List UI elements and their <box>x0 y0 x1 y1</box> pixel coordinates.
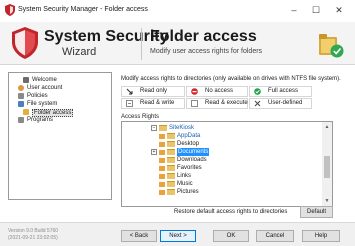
option-label: Read only <box>140 88 168 94</box>
tree-label: AppData <box>177 133 201 139</box>
read-write-option[interactable]: Read & write <box>121 98 185 109</box>
ok-button[interactable]: OK <box>213 230 249 242</box>
user-icon <box>18 85 24 91</box>
full-access-option[interactable]: Full access <box>249 86 312 97</box>
read-execute-icon <box>191 100 198 107</box>
folder-icon <box>167 189 175 195</box>
folder-icon <box>159 125 167 131</box>
window-title: System Security Manager - Folder access <box>18 6 148 13</box>
permission-icon <box>159 134 165 139</box>
permission-icon <box>159 150 165 155</box>
tree-label: Music <box>177 181 193 187</box>
computer-icon <box>23 77 29 83</box>
tree-label: Links <box>177 173 192 179</box>
restore-defaults-label: Restore default access rights to directo… <box>174 209 288 215</box>
scroll-thumb[interactable] <box>324 156 330 178</box>
tree-label-selected: Documents <box>177 148 210 156</box>
version-text: Version 9.0 Build 5760 (2021-09-21 23:02… <box>8 228 58 242</box>
info-text: Modify access rights to directories (onl… <box>121 76 341 82</box>
folder-icon <box>167 181 175 187</box>
option-label: Full access <box>268 88 299 94</box>
no-access-option[interactable]: No access <box>186 86 248 97</box>
tree-label: Downloads <box>177 157 207 163</box>
folder-icon <box>167 149 175 155</box>
version-line: Version 9.0 Build 5760 <box>8 228 59 234</box>
arrow-icon <box>126 88 133 95</box>
navigation-tree: Welcome User account Policies File syste… <box>8 72 112 200</box>
scroll-up-icon[interactable]: ▲ <box>324 124 330 130</box>
folder-icon <box>167 157 175 163</box>
tree-label: Desktop <box>177 141 200 147</box>
tree-scrollbar[interactable]: ▲ ▼ <box>322 122 332 206</box>
tree-label: SiteKiosk <box>169 125 195 131</box>
folder-icon <box>167 133 175 139</box>
permission-icon <box>159 158 165 163</box>
network-icon <box>18 101 24 107</box>
default-button[interactable]: Default <box>300 206 333 218</box>
read-execute-option[interactable]: Read & execute <box>186 98 248 109</box>
permission-icon <box>159 190 165 195</box>
nav-label: File system <box>27 101 58 107</box>
no-access-icon <box>191 88 198 95</box>
expand-toggle[interactable]: + <box>151 149 157 155</box>
folder-icon <box>167 173 175 179</box>
header-banner: System Security Wizard Folder access Mod… <box>0 22 355 65</box>
permission-icon <box>159 182 165 187</box>
option-label: No access <box>205 88 234 94</box>
permission-icon <box>159 142 165 147</box>
back-button[interactable]: < Back <box>121 230 157 242</box>
minimize-button[interactable]: – <box>286 3 302 17</box>
folder-check-icon <box>319 34 344 58</box>
shield-logo-icon <box>12 27 38 59</box>
option-label: Read & write <box>140 100 175 106</box>
page-subtitle: Modify user access rights for folders <box>150 48 263 55</box>
brand-subtitle: Wizard <box>62 46 97 58</box>
check-icon <box>254 88 261 95</box>
close-button[interactable]: ✕ <box>331 3 347 17</box>
nav-label: Programs <box>27 117 54 123</box>
build-date: (2021-09-21 23:02:05) <box>8 235 58 241</box>
scroll-down-icon[interactable]: ▼ <box>324 198 330 204</box>
folder-icon <box>23 109 29 115</box>
title-bar: System Security Manager - Folder access … <box>0 0 355 22</box>
permission-icon <box>159 166 165 171</box>
shield-icon <box>5 4 15 16</box>
page-title: Folder access <box>150 28 257 45</box>
nav-label: Policies <box>27 93 48 99</box>
nav-label: User account <box>27 85 63 91</box>
nav-label: Welcome <box>32 77 57 83</box>
permission-icon <box>159 174 165 179</box>
folder-icon <box>167 165 175 171</box>
folder-icon <box>167 141 175 147</box>
user-defined-icon <box>254 100 261 107</box>
header-divider <box>141 28 142 60</box>
cancel-button[interactable]: Cancel <box>256 230 294 242</box>
programs-icon <box>18 117 24 123</box>
policy-icon <box>18 93 24 99</box>
option-label: User-defined <box>268 100 303 106</box>
tree-label: Pictures <box>177 189 199 195</box>
user-defined-option[interactable]: User-defined <box>249 98 312 109</box>
read-only-option[interactable]: Read only <box>121 86 185 97</box>
directory-tree[interactable]: − SiteKiosk AppData Desktop + Documents … <box>121 121 333 207</box>
collapse-toggle[interactable]: − <box>151 125 157 131</box>
option-label: Read & execute <box>205 100 248 106</box>
maximize-button[interactable]: ☐ <box>308 3 324 17</box>
help-button[interactable]: Help <box>302 230 340 242</box>
tree-label: Favorites <box>177 165 202 171</box>
read-write-icon <box>126 100 133 107</box>
next-button[interactable]: Next > <box>160 230 196 242</box>
access-rights-label: Access Rights <box>121 114 160 120</box>
